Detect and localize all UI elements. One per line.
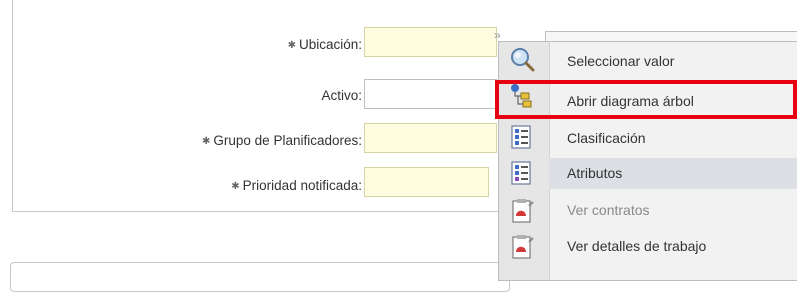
classification-icon xyxy=(509,124,535,150)
magnifier-icon xyxy=(509,46,535,72)
grupo-planificadores-input[interactable] xyxy=(364,123,497,153)
required-marker-icon: ✱ xyxy=(231,181,240,192)
menu-item-ver-detalles-de-trabajo[interactable]: Ver detalles de trabajo xyxy=(549,231,797,262)
menu-item-clasificacion[interactable]: Clasificación xyxy=(549,123,797,154)
field-label-text: Ubicación: xyxy=(298,37,362,52)
menu-item-ver-contratos[interactable]: Ver contratos xyxy=(549,195,797,226)
menu-item-seleccionar-valor[interactable]: Seleccionar valor xyxy=(549,46,797,77)
menu-item-label: Seleccionar valor xyxy=(567,53,675,69)
activo-input[interactable] xyxy=(364,79,497,109)
menu-item-atributos[interactable]: Atributos xyxy=(549,158,797,189)
menu-item-label: Ver contratos xyxy=(567,202,650,218)
field-row-prioridad-notificada: ✱ Prioridad notificada: xyxy=(0,172,362,202)
menu-item-label: Clasificación xyxy=(567,130,646,146)
menu-item-label: Abrir diagrama árbol xyxy=(567,93,694,109)
menu-item-abrir-diagrama-arbol[interactable]: Abrir diagrama árbol xyxy=(549,86,797,117)
field-label-text: Grupo de Planificadores: xyxy=(213,133,362,148)
menu-item-label: Ver detalles de trabajo xyxy=(567,238,707,254)
field-label-ubicacion: ✱ Ubicación: xyxy=(288,37,362,52)
lower-section-panel xyxy=(10,262,510,292)
work-details-icon xyxy=(509,234,535,260)
lookup-context-menu: Seleccionar valor Abrir diagrama árbol C… xyxy=(498,41,797,281)
field-label-text: Prioridad notificada: xyxy=(242,178,362,193)
attributes-icon xyxy=(509,160,535,186)
field-row-grupo-planificadores: ✱ Grupo de Planificadores: xyxy=(0,127,362,157)
contracts-icon xyxy=(509,198,535,224)
menu-item-label: Atributos xyxy=(567,165,623,181)
prioridad-notificada-input[interactable] xyxy=(364,167,489,197)
field-row-ubicacion: ✱ Ubicación: xyxy=(0,31,362,61)
field-label-grupo-planificadores: ✱ Grupo de Planificadores: xyxy=(202,133,362,148)
field-label-prioridad-notificada: ✱ Prioridad notificada: xyxy=(231,178,362,193)
field-label-activo: Activo: xyxy=(321,88,362,103)
required-marker-icon: ✱ xyxy=(287,40,296,51)
lookup-menu-chevron-icon[interactable]: » xyxy=(494,28,500,42)
required-marker-icon: ✱ xyxy=(202,136,211,147)
field-row-activo: Activo: xyxy=(0,82,362,112)
ubicacion-input[interactable] xyxy=(364,27,497,57)
field-label-text: Activo: xyxy=(321,88,362,103)
tree-diagram-icon xyxy=(509,82,535,108)
